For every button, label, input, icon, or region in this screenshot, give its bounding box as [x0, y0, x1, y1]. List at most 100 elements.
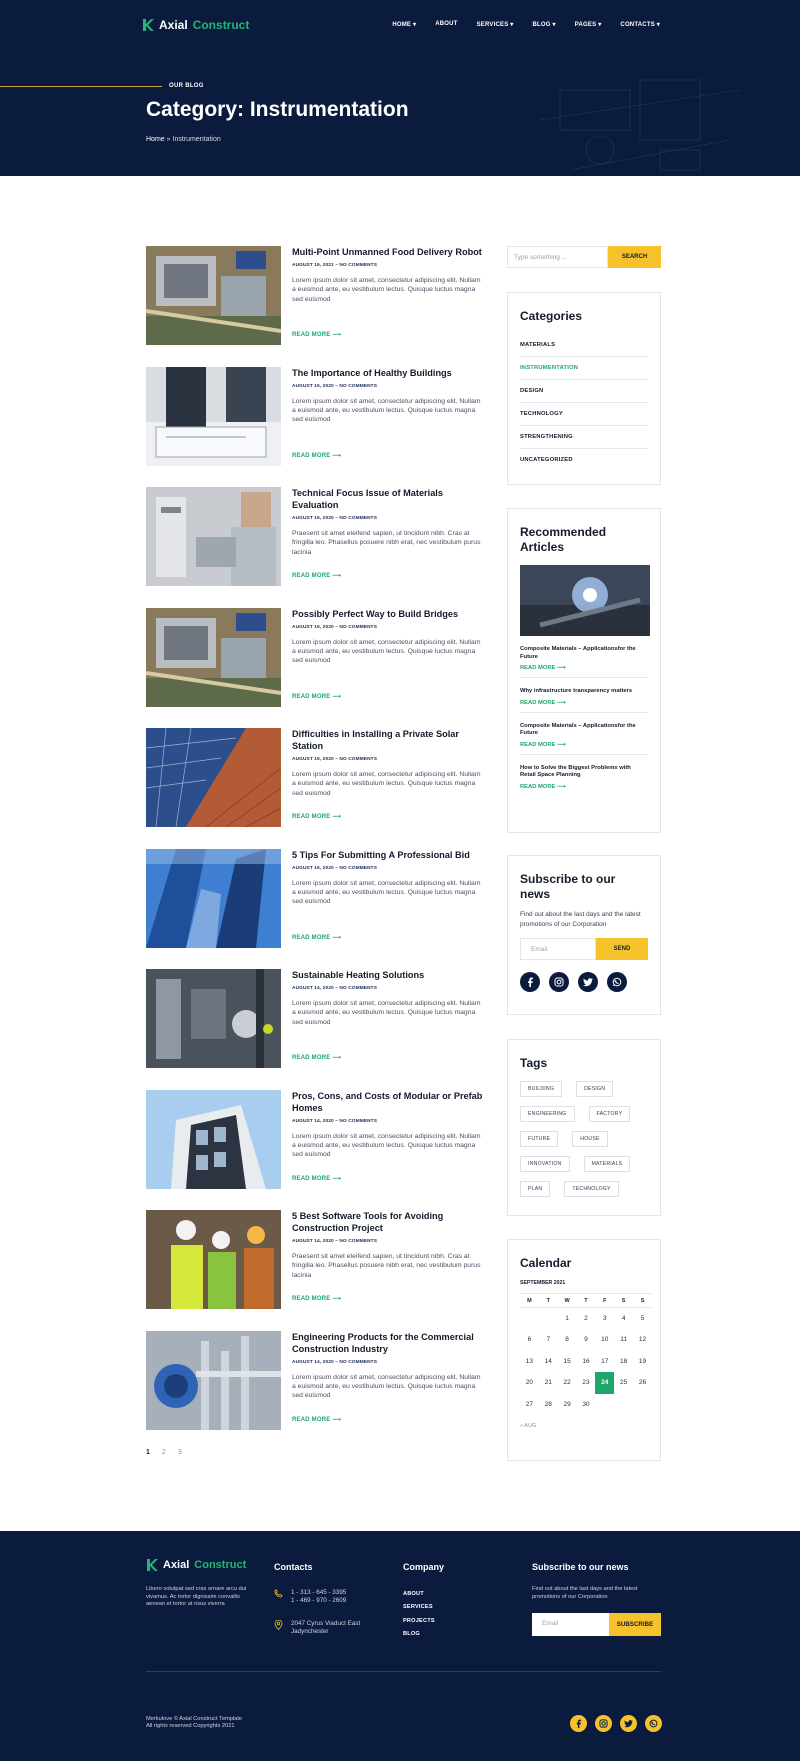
read-more-link[interactable]: READ MORE ⟶	[292, 1054, 341, 1061]
nav-about[interactable]: ABOUT	[435, 21, 457, 28]
tag-factory[interactable]: FACTORY	[588, 1106, 631, 1122]
read-more-link[interactable]: READ MORE ⟶	[520, 700, 648, 706]
nav-services[interactable]: SERVICES ▾	[477, 21, 514, 28]
post-comments[interactable]: NO COMMENTS	[339, 986, 377, 991]
post-thumbnail[interactable]	[146, 366, 281, 466]
nav-home[interactable]: HOME ▾	[392, 21, 416, 28]
footer-logo[interactable]: Axial Construct	[146, 1558, 246, 1572]
post-comments[interactable]: NO COMMENTS	[339, 1119, 377, 1124]
post-thumbnail[interactable]	[146, 969, 281, 1068]
instagram-icon[interactable]	[549, 972, 569, 992]
tag-building[interactable]: BUILDING	[520, 1081, 563, 1097]
twitter-icon[interactable]	[578, 972, 598, 992]
read-more-link[interactable]: READ MORE ⟶	[292, 331, 341, 338]
post-thumbnail[interactable]	[146, 246, 281, 345]
footer-link-blog[interactable]: BLOG	[403, 1628, 435, 1641]
category-uncategorized[interactable]: UNCATEGORIZED	[520, 449, 648, 471]
tag-house[interactable]: HOUSE	[572, 1131, 608, 1147]
page-link-2[interactable]: 2	[162, 1449, 166, 1456]
footer-link-services[interactable]: SERVICES	[403, 1601, 435, 1614]
post-title[interactable]: Sustainable Heating Solutions	[292, 969, 486, 981]
recommended-article-title[interactable]: Why infrastructure transparency matters	[520, 688, 648, 696]
nav-contacts[interactable]: CONTACTS ▾	[620, 21, 660, 28]
read-more-link[interactable]: READ MORE ⟶	[520, 784, 648, 790]
tag-innovation[interactable]: INNOVATION	[520, 1156, 570, 1172]
category-technology[interactable]: TECHNOLOGY	[520, 403, 648, 426]
read-more-link[interactable]: READ MORE ⟶	[292, 1295, 341, 1302]
read-more-link[interactable]: READ MORE ⟶	[520, 742, 648, 748]
whatsapp-icon[interactable]	[607, 972, 627, 992]
category-instrumentation[interactable]: INSTRUMENTATION	[520, 357, 648, 380]
facebook-icon[interactable]	[520, 972, 540, 992]
instagram-icon[interactable]	[595, 1715, 612, 1732]
phone-number-2[interactable]: 1 - 469 - 970 - 2609	[291, 1597, 346, 1605]
recommended-article-title[interactable]: Composite Materials – Applicationsfor th…	[520, 646, 648, 661]
post-title[interactable]: The Importance of Healthy Buildings	[292, 367, 486, 379]
post-thumbnail[interactable]	[146, 487, 281, 586]
post-thumbnail[interactable]	[146, 1089, 281, 1189]
send-button[interactable]: SEND	[596, 938, 648, 960]
read-more-link[interactable]: READ MORE ⟶	[292, 572, 341, 579]
post-comments[interactable]: NO COMMENTS	[339, 1360, 377, 1365]
post-thumbnail[interactable]	[146, 1210, 281, 1309]
post-title[interactable]: Multi-Point Unmanned Food Delivery Robot	[292, 246, 486, 258]
recommended-article-title[interactable]: Composite Materials – Applicationsfor th…	[520, 723, 648, 738]
read-more-link[interactable]: READ MORE ⟶	[520, 665, 648, 671]
read-more-link[interactable]: READ MORE ⟶	[292, 1175, 341, 1182]
post-comments[interactable]: NO COMMENTS	[339, 516, 377, 521]
page-link-3[interactable]: 3	[178, 1449, 182, 1456]
post-excerpt: Lorem ipsum dolor sit amet, consectetur …	[292, 1132, 481, 1159]
nav-blog[interactable]: BLOG ▾	[533, 21, 556, 28]
footer-link-about[interactable]: ABOUT	[403, 1588, 435, 1601]
page-link-1[interactable]: 1	[146, 1449, 150, 1456]
tag-materials[interactable]: MATERIALS	[583, 1156, 631, 1172]
footer-link-projects[interactable]: PROJECTS	[403, 1615, 435, 1628]
post-thumbnail[interactable]	[146, 607, 281, 707]
read-more-link[interactable]: READ MORE ⟶	[292, 813, 341, 820]
recommended-article-title[interactable]: How to Solve the Biggest Problems with R…	[520, 765, 648, 780]
search-input[interactable]: Type something ...	[507, 246, 608, 268]
email-field[interactable]: Email	[520, 938, 596, 960]
read-more-label: READ MORE	[520, 783, 556, 790]
read-more-link[interactable]: READ MORE ⟶	[292, 452, 341, 459]
post-comments[interactable]: NO COMMENTS	[339, 757, 377, 762]
post-thumbnail[interactable]	[146, 728, 281, 827]
breadcrumb-home[interactable]: Home	[146, 136, 165, 143]
facebook-icon[interactable]	[570, 1715, 587, 1732]
post-comments[interactable]: NO COMMENTS	[339, 866, 377, 871]
post-comments[interactable]: NO COMMENTS	[339, 625, 377, 630]
category-strengthening[interactable]: STRENGTHENING	[520, 426, 648, 449]
post-title[interactable]: 5 Tips For Submitting A Professional Bid	[292, 849, 486, 861]
post-title[interactable]: Technical Focus Issue of Materials Evalu…	[292, 487, 486, 511]
tag-design[interactable]: DESIGN	[576, 1081, 614, 1097]
tag-engineering[interactable]: ENGINEERING	[520, 1106, 575, 1122]
post-title[interactable]: Difficulties in Installing a Private Sol…	[292, 728, 486, 752]
tag-plan[interactable]: PLAN	[520, 1181, 551, 1197]
post-title[interactable]: Pros, Cons, and Costs of Modular or Pref…	[292, 1090, 486, 1114]
search-button[interactable]: SEARCH	[608, 246, 661, 268]
site-logo[interactable]: Axial Construct	[142, 18, 249, 32]
recommended-thumbnail[interactable]	[520, 565, 650, 636]
read-more-link[interactable]: READ MORE ⟶	[292, 934, 341, 941]
tag-future[interactable]: FUTURE	[520, 1131, 559, 1147]
category-materials[interactable]: MATERIALS	[520, 334, 648, 357]
post-thumbnail[interactable]	[146, 1330, 281, 1430]
twitter-icon[interactable]	[620, 1715, 637, 1732]
whatsapp-icon[interactable]	[645, 1715, 662, 1732]
post-comments[interactable]: NO COMMENTS	[339, 384, 377, 389]
post-title[interactable]: 5 Best Software Tools for Avoiding Const…	[292, 1210, 486, 1234]
subscribe-button[interactable]: SUBSCRIBE	[609, 1613, 661, 1636]
post-comments[interactable]: NO COMMENTS	[339, 1239, 377, 1244]
category-design[interactable]: DESIGN	[520, 380, 648, 403]
post-title[interactable]: Engineering Products for the Commercial …	[292, 1331, 486, 1355]
post-title[interactable]: Possibly Perfect Way to Build Bridges	[292, 608, 486, 620]
read-more-link[interactable]: READ MORE ⟶	[292, 693, 341, 700]
post-comments[interactable]: NO COMMENTS	[339, 263, 377, 268]
nav-pages[interactable]: PAGES ▾	[575, 21, 602, 28]
phone-number-1[interactable]: 1 - 313 - 645 - 3395	[291, 1589, 346, 1597]
footer-email-field[interactable]: Email	[532, 1613, 609, 1636]
calendar-prev-month[interactable]: « AUG	[520, 1423, 648, 1429]
read-more-link[interactable]: READ MORE ⟶	[292, 1416, 341, 1423]
post-thumbnail[interactable]	[146, 848, 281, 948]
tag-technology[interactable]: TECHNOLOGY	[564, 1181, 619, 1197]
